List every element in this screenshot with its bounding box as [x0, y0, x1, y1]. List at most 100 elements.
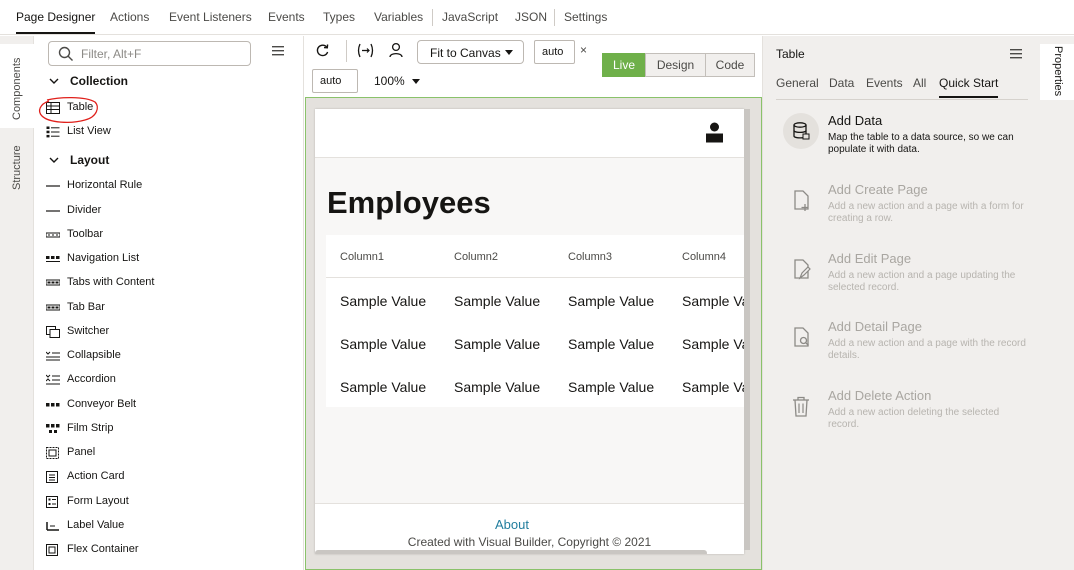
form-layout-icon — [46, 496, 58, 508]
panel-icon — [46, 447, 59, 459]
preview-footer: About Created with Visual Builder, Copyr… — [315, 503, 744, 554]
right-vertical-tabs: Properties — [1040, 36, 1074, 570]
tab-components-label: Components — [11, 57, 23, 120]
hamburger-menu-icon[interactable] — [1010, 49, 1022, 59]
table-cell: Sample Value — [454, 293, 541, 309]
properties-panel: Table General Data Events All Quick Star… — [762, 36, 1040, 570]
fit-to-canvas-label: Fit to Canvas — [430, 46, 501, 60]
tab-events[interactable]: Events — [268, 0, 305, 34]
left-vertical-tabs: Components Structure — [0, 36, 34, 570]
horizontal-scrollbar[interactable] — [315, 550, 707, 554]
employees-table[interactable]: Column1 Column2 Column3 Column4 Sample V… — [326, 235, 744, 407]
caret-down-icon — [412, 79, 420, 84]
component-label: List View — [67, 125, 111, 137]
tab-variables[interactable]: Variables — [374, 0, 423, 34]
width-input-value: auto — [542, 46, 564, 58]
section-collection-label: Collection — [70, 74, 129, 88]
copyright-text: Created with Visual Builder, Copyright ©… — [407, 535, 652, 549]
design-stage: Employees Column1 Column2 Column3 Column… — [305, 97, 762, 570]
caret-down-icon — [505, 50, 513, 55]
navigation-list-icon — [46, 256, 60, 262]
component-label: Label Value — [67, 519, 125, 531]
component-label: Panel — [67, 446, 96, 458]
quickstart-add-delete-action[interactable]: Add Delete Action Add a new action delet… — [783, 388, 1033, 438]
tab-json[interactable]: JSON — [515, 0, 547, 34]
tab-javascript[interactable]: JavaScript — [442, 0, 498, 34]
tab-events[interactable]: Events — [866, 76, 903, 90]
close-icon[interactable]: × — [580, 43, 587, 57]
quickstart-title: Add Detail Page — [828, 319, 922, 334]
component-label: Action Card — [67, 470, 125, 482]
hamburger-menu-icon[interactable] — [272, 46, 284, 56]
component-label: Switcher — [67, 325, 110, 337]
component-label: Navigation List — [67, 252, 140, 264]
tab-all[interactable]: All — [913, 76, 926, 90]
tab-structure[interactable]: Structure — [0, 136, 34, 196]
tab-components[interactable]: Components — [0, 44, 34, 128]
table-cell: Sample Value — [340, 379, 427, 395]
quickstart-description: Add a new action and a page updating the… — [828, 270, 1016, 293]
column-header: Column4 — [682, 251, 727, 263]
quickstart-add-edit-page[interactable]: Add Edit Page Add a new action and a pag… — [783, 251, 1033, 301]
tab-quick-start[interactable]: Quick Start — [939, 76, 999, 98]
quickstart-add-create-page[interactable]: Add Create Page Add a new action and a p… — [783, 182, 1033, 232]
zoom-value: 100% — [374, 74, 405, 88]
list-view-icon — [46, 126, 60, 138]
component-label: Accordion — [67, 373, 116, 385]
column-header: Column1 — [340, 251, 385, 263]
height-input[interactable]: auto — [312, 69, 358, 93]
component-label: Toolbar — [67, 228, 104, 240]
zoom-select[interactable]: 100% — [374, 74, 420, 88]
component-label: Horizontal Rule — [67, 179, 143, 191]
fit-to-canvas-select[interactable]: Fit to Canvas — [417, 40, 524, 64]
edit-page-icon — [794, 259, 811, 280]
tab-properties[interactable]: Properties — [1040, 44, 1074, 100]
tabs-divider — [776, 99, 1028, 100]
horizontal-rule-icon — [46, 185, 60, 187]
expand-width-icon[interactable] — [357, 43, 374, 58]
width-input[interactable]: auto — [534, 40, 575, 64]
avatar-icon[interactable] — [706, 122, 723, 143]
user-icon[interactable] — [389, 42, 403, 58]
search-input[interactable]: Filter, Alt+F — [48, 41, 251, 66]
detail-page-icon — [794, 327, 809, 347]
refresh-icon[interactable] — [315, 43, 330, 58]
about-link[interactable]: About — [315, 517, 709, 532]
tab-page-designer[interactable]: Page Designer — [16, 0, 96, 34]
tab-data[interactable]: Data — [829, 76, 854, 90]
flex-container-icon — [46, 544, 58, 556]
component-label: Tabs with Content — [67, 276, 155, 288]
table-cell: Sample Value — [454, 379, 541, 395]
trash-icon — [793, 396, 809, 417]
table-cell: Sample Value — [340, 293, 427, 309]
components-panel: Filter, Alt+F Collection Table List View… — [34, 36, 304, 570]
header-divider — [326, 277, 744, 278]
quickstart-add-data[interactable]: Add Data Map the table to a data source,… — [783, 113, 1033, 163]
tab-actions[interactable]: Actions — [110, 0, 149, 34]
accordion-icon — [46, 374, 60, 385]
quickstart-title: Add Create Page — [828, 182, 928, 197]
divider-icon — [46, 210, 60, 212]
tab-settings[interactable]: Settings — [564, 0, 607, 34]
tab-types[interactable]: Types — [323, 0, 355, 34]
collapsible-icon — [46, 351, 60, 361]
table-cell: Sample Value — [568, 336, 655, 352]
tab-event-listeners[interactable]: Event Listeners — [169, 0, 252, 34]
mode-design-button[interactable]: Design — [645, 53, 706, 77]
chevron-down-icon — [49, 78, 59, 84]
component-label: Film Strip — [67, 422, 114, 434]
mode-live-button[interactable]: Live — [602, 53, 646, 77]
tabs-with-content-icon — [46, 279, 60, 286]
tab-separator — [432, 9, 433, 26]
section-layout-label: Layout — [70, 153, 110, 167]
tab-general[interactable]: General — [776, 76, 819, 90]
mode-code-button[interactable]: Code — [705, 53, 755, 77]
height-input-value: auto — [320, 75, 342, 87]
component-label: Collapsible — [67, 349, 121, 361]
quickstart-add-detail-page[interactable]: Add Detail Page Add a new action and a p… — [783, 319, 1033, 369]
table-cell: Sample Va — [682, 336, 744, 352]
table-cell: Sample Value — [568, 293, 655, 309]
table-cell: Sample Value — [454, 336, 541, 352]
label-value-icon — [46, 522, 59, 531]
vertical-scrollbar[interactable] — [744, 109, 750, 550]
